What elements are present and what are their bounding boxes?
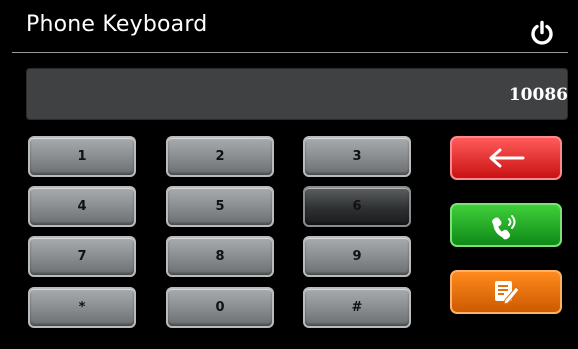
- key-label: 3: [352, 149, 362, 164]
- key-label: 8: [215, 249, 225, 264]
- dialed-number: 10086: [508, 85, 568, 105]
- key-label: 6: [352, 199, 362, 214]
- title-bar: Phone Keyboard: [12, 8, 568, 53]
- key-7[interactable]: 7: [28, 236, 136, 277]
- key-8[interactable]: 8: [166, 236, 274, 277]
- key-label: 9: [352, 249, 362, 264]
- contacts-button[interactable]: [450, 270, 562, 314]
- key-2[interactable]: 2: [166, 136, 274, 177]
- backspace-button[interactable]: [450, 136, 562, 180]
- key-label: 1: [77, 149, 87, 164]
- key-3[interactable]: 3: [303, 136, 411, 177]
- key-4[interactable]: 4: [28, 186, 136, 227]
- key-label: 0: [215, 300, 225, 315]
- key-star[interactable]: *: [28, 287, 136, 328]
- key-label: #: [351, 300, 363, 315]
- page-title: Phone Keyboard: [26, 12, 208, 37]
- key-6[interactable]: 6: [303, 186, 411, 227]
- key-label: 7: [77, 249, 87, 264]
- key-label: 5: [215, 199, 225, 214]
- phone-handset-icon: [492, 215, 516, 240]
- key-0[interactable]: 0: [166, 287, 274, 328]
- key-label: 4: [77, 199, 87, 214]
- left-arrow-icon: [489, 148, 525, 168]
- key-5[interactable]: 5: [166, 186, 274, 227]
- key-label: *: [78, 300, 86, 315]
- call-button[interactable]: [450, 203, 562, 247]
- key-hash[interactable]: #: [303, 287, 411, 328]
- key-1[interactable]: 1: [28, 136, 136, 177]
- notepad-pen-icon: [495, 281, 520, 305]
- number-display: 10086: [26, 68, 568, 120]
- power-icon[interactable]: [529, 20, 555, 46]
- key-9[interactable]: 9: [303, 236, 411, 277]
- key-label: 2: [215, 149, 225, 164]
